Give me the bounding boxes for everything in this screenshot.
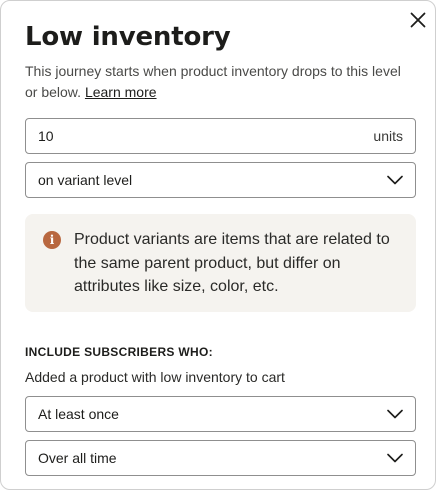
level-select-value: on variant level <box>38 172 133 188</box>
dialog-description: This journey starts when product invento… <box>25 61 417 103</box>
chevron-down-icon <box>387 450 403 466</box>
info-icon: i <box>43 231 61 249</box>
threshold-value[interactable]: 10 <box>38 128 373 144</box>
dialog-title: Low inventory <box>25 22 231 52</box>
chevron-down-icon <box>387 406 403 422</box>
variant-info-text: Product variants are items that are rela… <box>74 231 390 295</box>
low-inventory-dialog: Low inventory This journey starts when p… <box>0 0 436 490</box>
learn-more-link[interactable]: Learn more <box>85 84 157 100</box>
close-button[interactable] <box>405 7 431 33</box>
close-icon <box>410 12 426 28</box>
subscriber-condition-label: Added a product with low inventory to ca… <box>25 369 285 385</box>
chevron-down-icon <box>387 172 403 188</box>
frequency-select[interactable]: At least once <box>25 396 416 432</box>
frequency-select-value: At least once <box>38 406 119 422</box>
description-text: This journey starts when product invento… <box>25 63 401 100</box>
threshold-input[interactable]: 10 units <box>25 118 416 154</box>
timeframe-select[interactable]: Over all time <box>25 440 416 476</box>
level-select[interactable]: on variant level <box>25 162 416 198</box>
variant-info-callout: i Product variants are items that are re… <box>25 214 416 312</box>
threshold-unit: units <box>373 128 403 144</box>
timeframe-select-value: Over all time <box>38 450 117 466</box>
include-subscribers-heading: INCLUDE SUBSCRIBERS WHO: <box>25 345 213 359</box>
